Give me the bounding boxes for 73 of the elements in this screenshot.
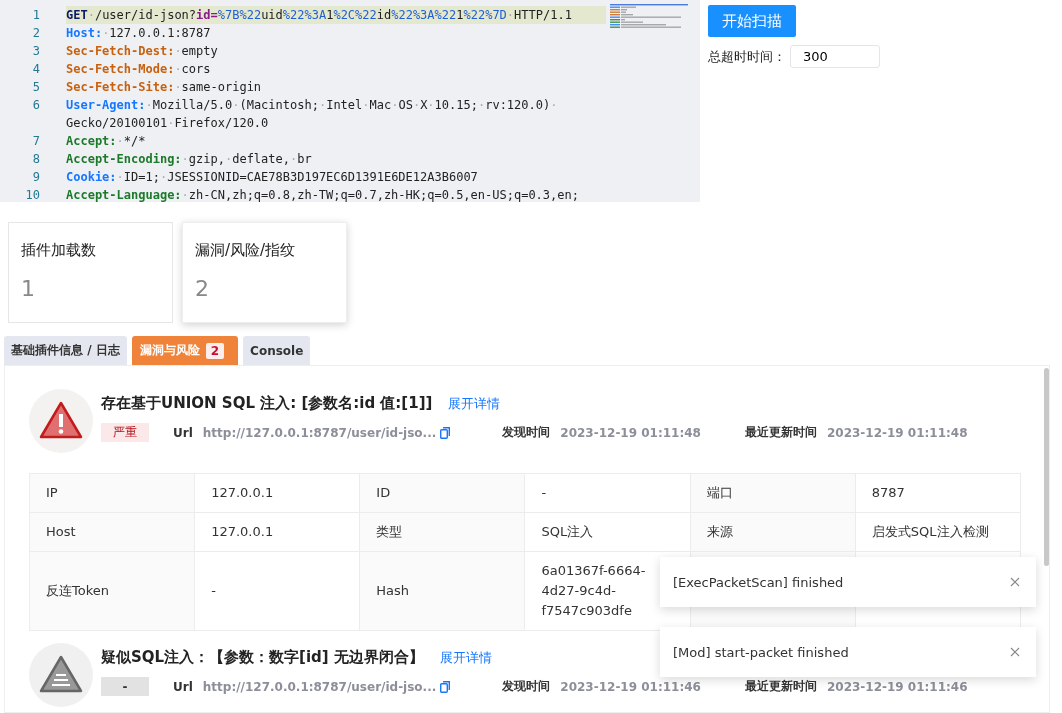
code-line: Sec-Fetch-Site:·same-origin xyxy=(66,79,263,96)
line-number: 2 xyxy=(31,25,41,42)
copy-icon[interactable] xyxy=(440,426,451,439)
code-line: Accept-Language:·zh-CN,zh;q=0.8,zh-TW;q=0.7,zh-HK;q=0.5,en-US;q=0.3,en; xyxy=(66,187,580,202)
code-line: Accept-Encoding:·gzip,·deflate,·br xyxy=(66,151,313,168)
url-value: http://127.0.0.1:8787/user/id-jso... xyxy=(202,425,437,440)
line-number: 10 xyxy=(24,187,41,202)
found-time: 2023-12-19 01:11:48 xyxy=(560,425,701,440)
stat-value: 2 xyxy=(195,276,210,301)
severity-tag: 严重 xyxy=(101,423,149,442)
found-time-label: 发现时间 xyxy=(502,678,551,695)
code-line: Cookie:·ID=1;·JSESSIONID=CAE78B3D197EC6D1391E6DE12A3B6007 xyxy=(66,169,479,186)
code-line: Sec-Fetch-Mode:·cors xyxy=(66,61,212,78)
line-number: 8 xyxy=(31,151,41,168)
stat-title: 插件加载数 xyxy=(21,241,97,260)
field-label: 来源 xyxy=(690,512,856,552)
scrollbar-thumb[interactable] xyxy=(1044,368,1049,566)
field-value: 启发式SQL注入检测 xyxy=(855,512,1021,552)
updated-time-label: 最近更新时间 xyxy=(744,424,817,441)
found-time-label: 发现时间 xyxy=(502,424,551,441)
field-value: 127.0.0.1 xyxy=(194,473,360,513)
field-value: 8787 xyxy=(855,473,1021,513)
code-line: User-Agent:·Mozilla/5.0·(Macintosh;·Intel·Mac·OS·X·10.15;·rv:120.0)· Gecko/20100101·Firefox/120.0 xyxy=(66,97,559,132)
close-icon[interactable] xyxy=(1010,647,1020,657)
stat-title: 漏洞/风险/指纹 xyxy=(195,241,297,260)
field-value: - xyxy=(194,551,360,631)
tab[interactable]: Console xyxy=(243,336,311,365)
line-number: 3 xyxy=(31,43,41,60)
line-number: 9 xyxy=(31,169,41,186)
code-line: Host:·127.0.0.1:8787 xyxy=(66,25,212,42)
field-value: SQL注入 xyxy=(524,512,691,552)
field-label: ID xyxy=(359,473,525,513)
expand-link[interactable]: 展开详情 xyxy=(448,395,501,413)
risk-title: 存在基于UNION SQL 注入: [参数名:id 值:[1]] xyxy=(101,394,433,413)
line-number: 7 xyxy=(31,133,41,150)
tab[interactable]: 基础插件信息 / 日志 xyxy=(4,336,127,365)
timeout-field[interactable]: 300 xyxy=(790,45,880,68)
field-label: IP xyxy=(29,473,195,513)
count-badge: 2 xyxy=(205,342,225,359)
url-label: Url xyxy=(173,679,193,694)
notification-text: [Mod] start-packet finished xyxy=(673,644,849,660)
url-label: Url xyxy=(173,425,193,440)
url-value: http://127.0.0.1:8787/user/id-jso... xyxy=(202,679,437,694)
close-icon[interactable] xyxy=(1010,577,1020,587)
updated-time: 2023-12-19 01:11:46 xyxy=(826,679,968,694)
severity-tag: - xyxy=(101,677,149,696)
field-label: 类型 xyxy=(359,512,525,552)
line-number: 5 xyxy=(31,79,41,96)
field-value: 127.0.0.1 xyxy=(194,512,360,552)
risk-title: 疑似SQL注入：【参数：数字[id] 无边界闭合】 xyxy=(101,648,424,667)
expand-link[interactable]: 展开详情 xyxy=(439,649,492,667)
line-number: 1 xyxy=(31,7,41,24)
line-number: 6 xyxy=(31,97,41,114)
updated-time: 2023-12-19 01:11:48 xyxy=(826,425,968,440)
timeout-label: 总超时时间： xyxy=(708,47,786,66)
code-line: Sec-Fetch-Dest:·empty xyxy=(66,43,219,60)
field-label: Host xyxy=(29,512,195,552)
tab[interactable]: 漏洞与风险 2 xyxy=(131,336,239,365)
notification-text: [ExecPacketScan] finished xyxy=(673,574,844,590)
field-label: 端口 xyxy=(690,473,856,513)
copy-icon[interactable] xyxy=(440,680,451,693)
code-line: Accept:·*/* xyxy=(66,133,147,150)
scan-button[interactable]: 开始扫描 xyxy=(708,5,796,37)
warning-icon xyxy=(29,643,93,707)
found-time: 2023-12-19 01:11:46 xyxy=(560,679,701,694)
updated-time-label: 最近更新时间 xyxy=(744,678,817,695)
code-editor[interactable] xyxy=(0,0,700,202)
field-value: - xyxy=(524,473,691,513)
warning-icon xyxy=(29,389,93,453)
line-number: 4 xyxy=(31,61,41,78)
stat-value: 1 xyxy=(21,276,36,301)
field-label: Hash xyxy=(359,551,525,631)
field-label: 反连Token xyxy=(29,551,195,631)
